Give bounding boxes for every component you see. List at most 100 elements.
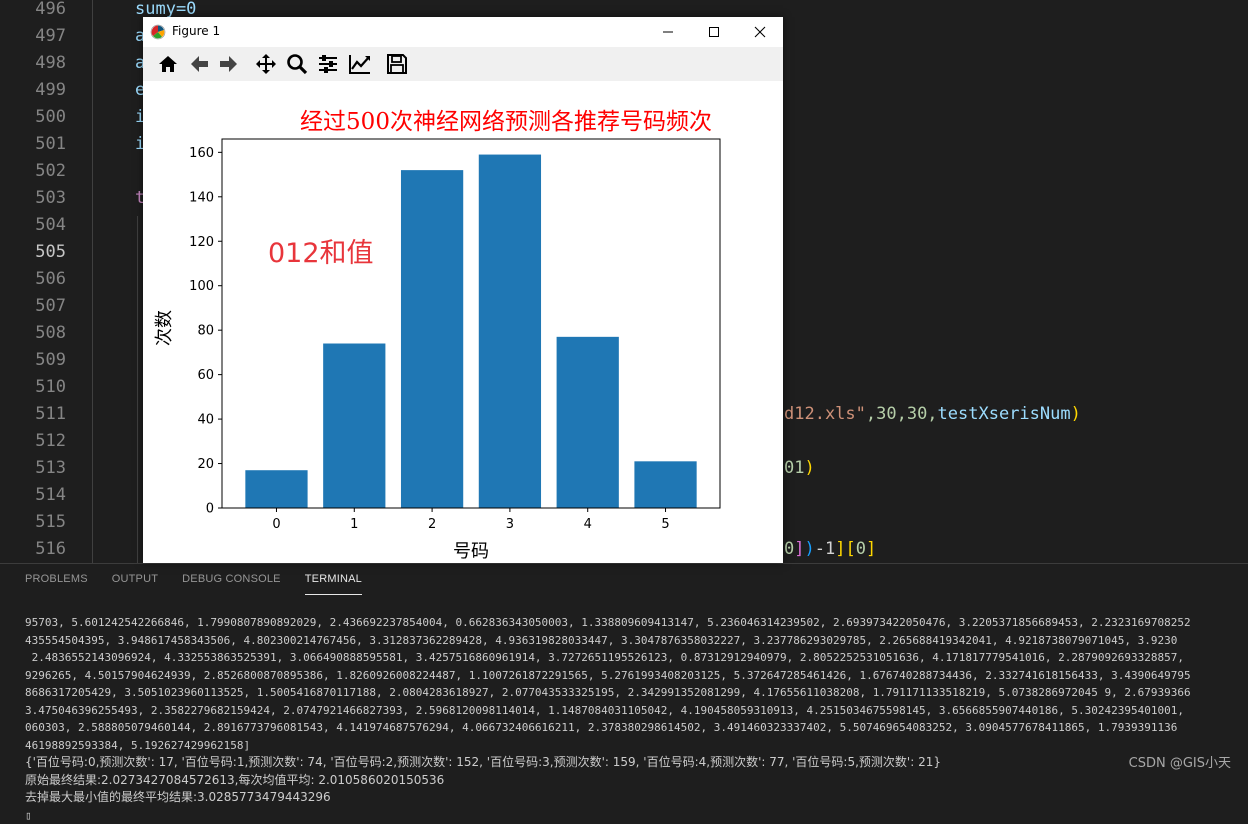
- y-tick-label: 40: [197, 413, 214, 428]
- bracket: ): [805, 539, 815, 559]
- back-icon: [188, 54, 210, 74]
- edit-axis-button[interactable]: [347, 52, 373, 76]
- code-line-513: 01): [784, 455, 815, 482]
- terminal-line: 060303, 2.588805079460144, 2.89167737960…: [25, 719, 1248, 737]
- tab-terminal[interactable]: TERMINAL: [305, 573, 362, 595]
- x-tick-label: 2: [428, 517, 436, 532]
- bottom-panel: PROBLEMS OUTPUT DEBUG CONSOLE TERMINAL 9…: [0, 563, 1248, 806]
- variable-name: testXserisNum: [938, 404, 1071, 424]
- operator: -1: [815, 539, 835, 559]
- pan-button[interactable]: [253, 52, 279, 76]
- x-tick-label: 4: [584, 517, 592, 532]
- terminal-line: 2.4836552143096924, 4.332553863525391, 3…: [25, 649, 1248, 667]
- line-number: 512: [0, 428, 66, 455]
- y-tick-label: 140: [189, 190, 214, 205]
- line-number: 500: [0, 104, 66, 131]
- bars-group: [245, 155, 696, 508]
- terminal-line: 95703, 5.601242542266846, 1.799080789089…: [25, 614, 1248, 632]
- number-literal: 01: [784, 458, 804, 478]
- edit-axis-icon: [348, 53, 372, 75]
- home-button[interactable]: [155, 52, 181, 76]
- maximize-button[interactable]: [691, 17, 737, 47]
- line-number: 505: [0, 239, 66, 266]
- save-button[interactable]: [384, 52, 410, 76]
- maximize-icon: [708, 26, 720, 38]
- configure-subplots-button[interactable]: [315, 52, 341, 76]
- terminal-output[interactable]: 95703, 5.601242542266846, 1.799080789089…: [25, 614, 1248, 824]
- terminal-line: {'百位号码:0,预测次数': 17, '百位号码:1,预测次数': 74, '…: [25, 754, 1248, 772]
- watermark: CSDN @GIS小天: [1129, 752, 1231, 771]
- bar-4: [557, 337, 619, 508]
- pan-icon: [255, 53, 277, 75]
- window-title: Figure 1: [172, 24, 220, 38]
- terminal-line: 435554504395, 3.948617458343506, 4.80230…: [25, 632, 1248, 650]
- forward-icon: [218, 54, 240, 74]
- terminal-line: 原始最终结果:2.0273427084572613,每次均值平均: 2.0105…: [25, 772, 1248, 790]
- panel-tabs: PROBLEMS OUTPUT DEBUG CONSOLE TERMINAL: [25, 573, 362, 595]
- line-number-gutter: 4964974984995005015025035045055065075085…: [0, 0, 80, 563]
- figure-window[interactable]: Figure 1: [143, 17, 783, 563]
- bar-5: [634, 461, 696, 508]
- string-literal: d12.xls": [784, 404, 866, 424]
- bar-1: [323, 344, 385, 508]
- line-number: 510: [0, 374, 66, 401]
- bar-3: [479, 155, 541, 508]
- code-line-511: d12.xls",30,30,testXserisNum): [784, 401, 1081, 428]
- line-number: 507: [0, 293, 66, 320]
- y-tick-label: 120: [189, 235, 214, 250]
- x-axis-label: 号码: [453, 541, 489, 562]
- save-icon: [386, 53, 408, 75]
- bracket: ]: [794, 539, 804, 559]
- back-button[interactable]: [186, 52, 212, 76]
- home-icon: [157, 54, 179, 74]
- terminal-line: 46198892593384, 5.192627429962158]: [25, 737, 1248, 755]
- y-tick-label: 100: [189, 279, 214, 294]
- y-axis: 0 20 40 60 80 100 120 140 160: [189, 146, 222, 517]
- bracket: ][: [835, 539, 855, 559]
- tab-problems[interactable]: PROBLEMS: [25, 573, 88, 595]
- chart-annotation: 012和值: [268, 238, 374, 269]
- indent-guide: [92, 0, 93, 563]
- x-axis: 012345: [272, 508, 669, 532]
- line-number: 496: [0, 0, 66, 23]
- terminal-line: 3.475046396255493, 2.3582279682159424, 2…: [25, 702, 1248, 720]
- y-tick-label: 20: [197, 457, 214, 472]
- plot-canvas[interactable]: 经过500次神经网络预测各推荐号码频次 02040608010012014016…: [143, 81, 783, 563]
- bar-0: [245, 470, 307, 508]
- y-tick-label: 80: [197, 324, 214, 339]
- code-line-516: 0])-1][0]: [784, 536, 876, 563]
- axes-frame: [222, 139, 720, 508]
- tab-debug-console[interactable]: DEBUG CONSOLE: [182, 573, 281, 595]
- line-number: 501: [0, 131, 66, 158]
- configure-subplots-icon: [317, 53, 339, 75]
- bracket: ): [1071, 404, 1081, 424]
- close-button[interactable]: [737, 17, 783, 47]
- line-number: 509: [0, 347, 66, 374]
- number-args: ,30,30,: [866, 404, 938, 424]
- bar-chart: 经过500次神经网络预测各推荐号码频次 02040608010012014016…: [143, 81, 783, 563]
- tab-output[interactable]: OUTPUT: [112, 573, 158, 595]
- forward-button[interactable]: [216, 52, 242, 76]
- line-number: 499: [0, 77, 66, 104]
- y-tick-label: 60: [197, 368, 214, 383]
- x-tick-label: 1: [350, 517, 358, 532]
- terminal-line: 去掉最大最小值的最终平均结果:3.0285773479443296: [25, 789, 1248, 807]
- number-literal: 0: [784, 539, 794, 559]
- y-tick-label: 0: [206, 502, 214, 517]
- y-tick-label: 160: [189, 146, 214, 161]
- minimize-icon: [662, 26, 674, 38]
- line-number: 516: [0, 536, 66, 563]
- minimize-button[interactable]: [645, 17, 691, 47]
- window-titlebar[interactable]: Figure 1: [143, 17, 783, 47]
- figure-toolbar: [143, 47, 783, 82]
- line-number: 506: [0, 266, 66, 293]
- terminal-line: 8686317205429, 3.5051023960113525, 1.500…: [25, 684, 1248, 702]
- x-tick-label: 5: [661, 517, 669, 532]
- line-number: 515: [0, 509, 66, 536]
- bar-2: [401, 170, 463, 508]
- y-axis-label: 次数: [154, 310, 175, 346]
- line-number: 502: [0, 158, 66, 185]
- matplotlib-icon: [150, 24, 166, 40]
- zoom-button[interactable]: [284, 52, 310, 76]
- line-number: 508: [0, 320, 66, 347]
